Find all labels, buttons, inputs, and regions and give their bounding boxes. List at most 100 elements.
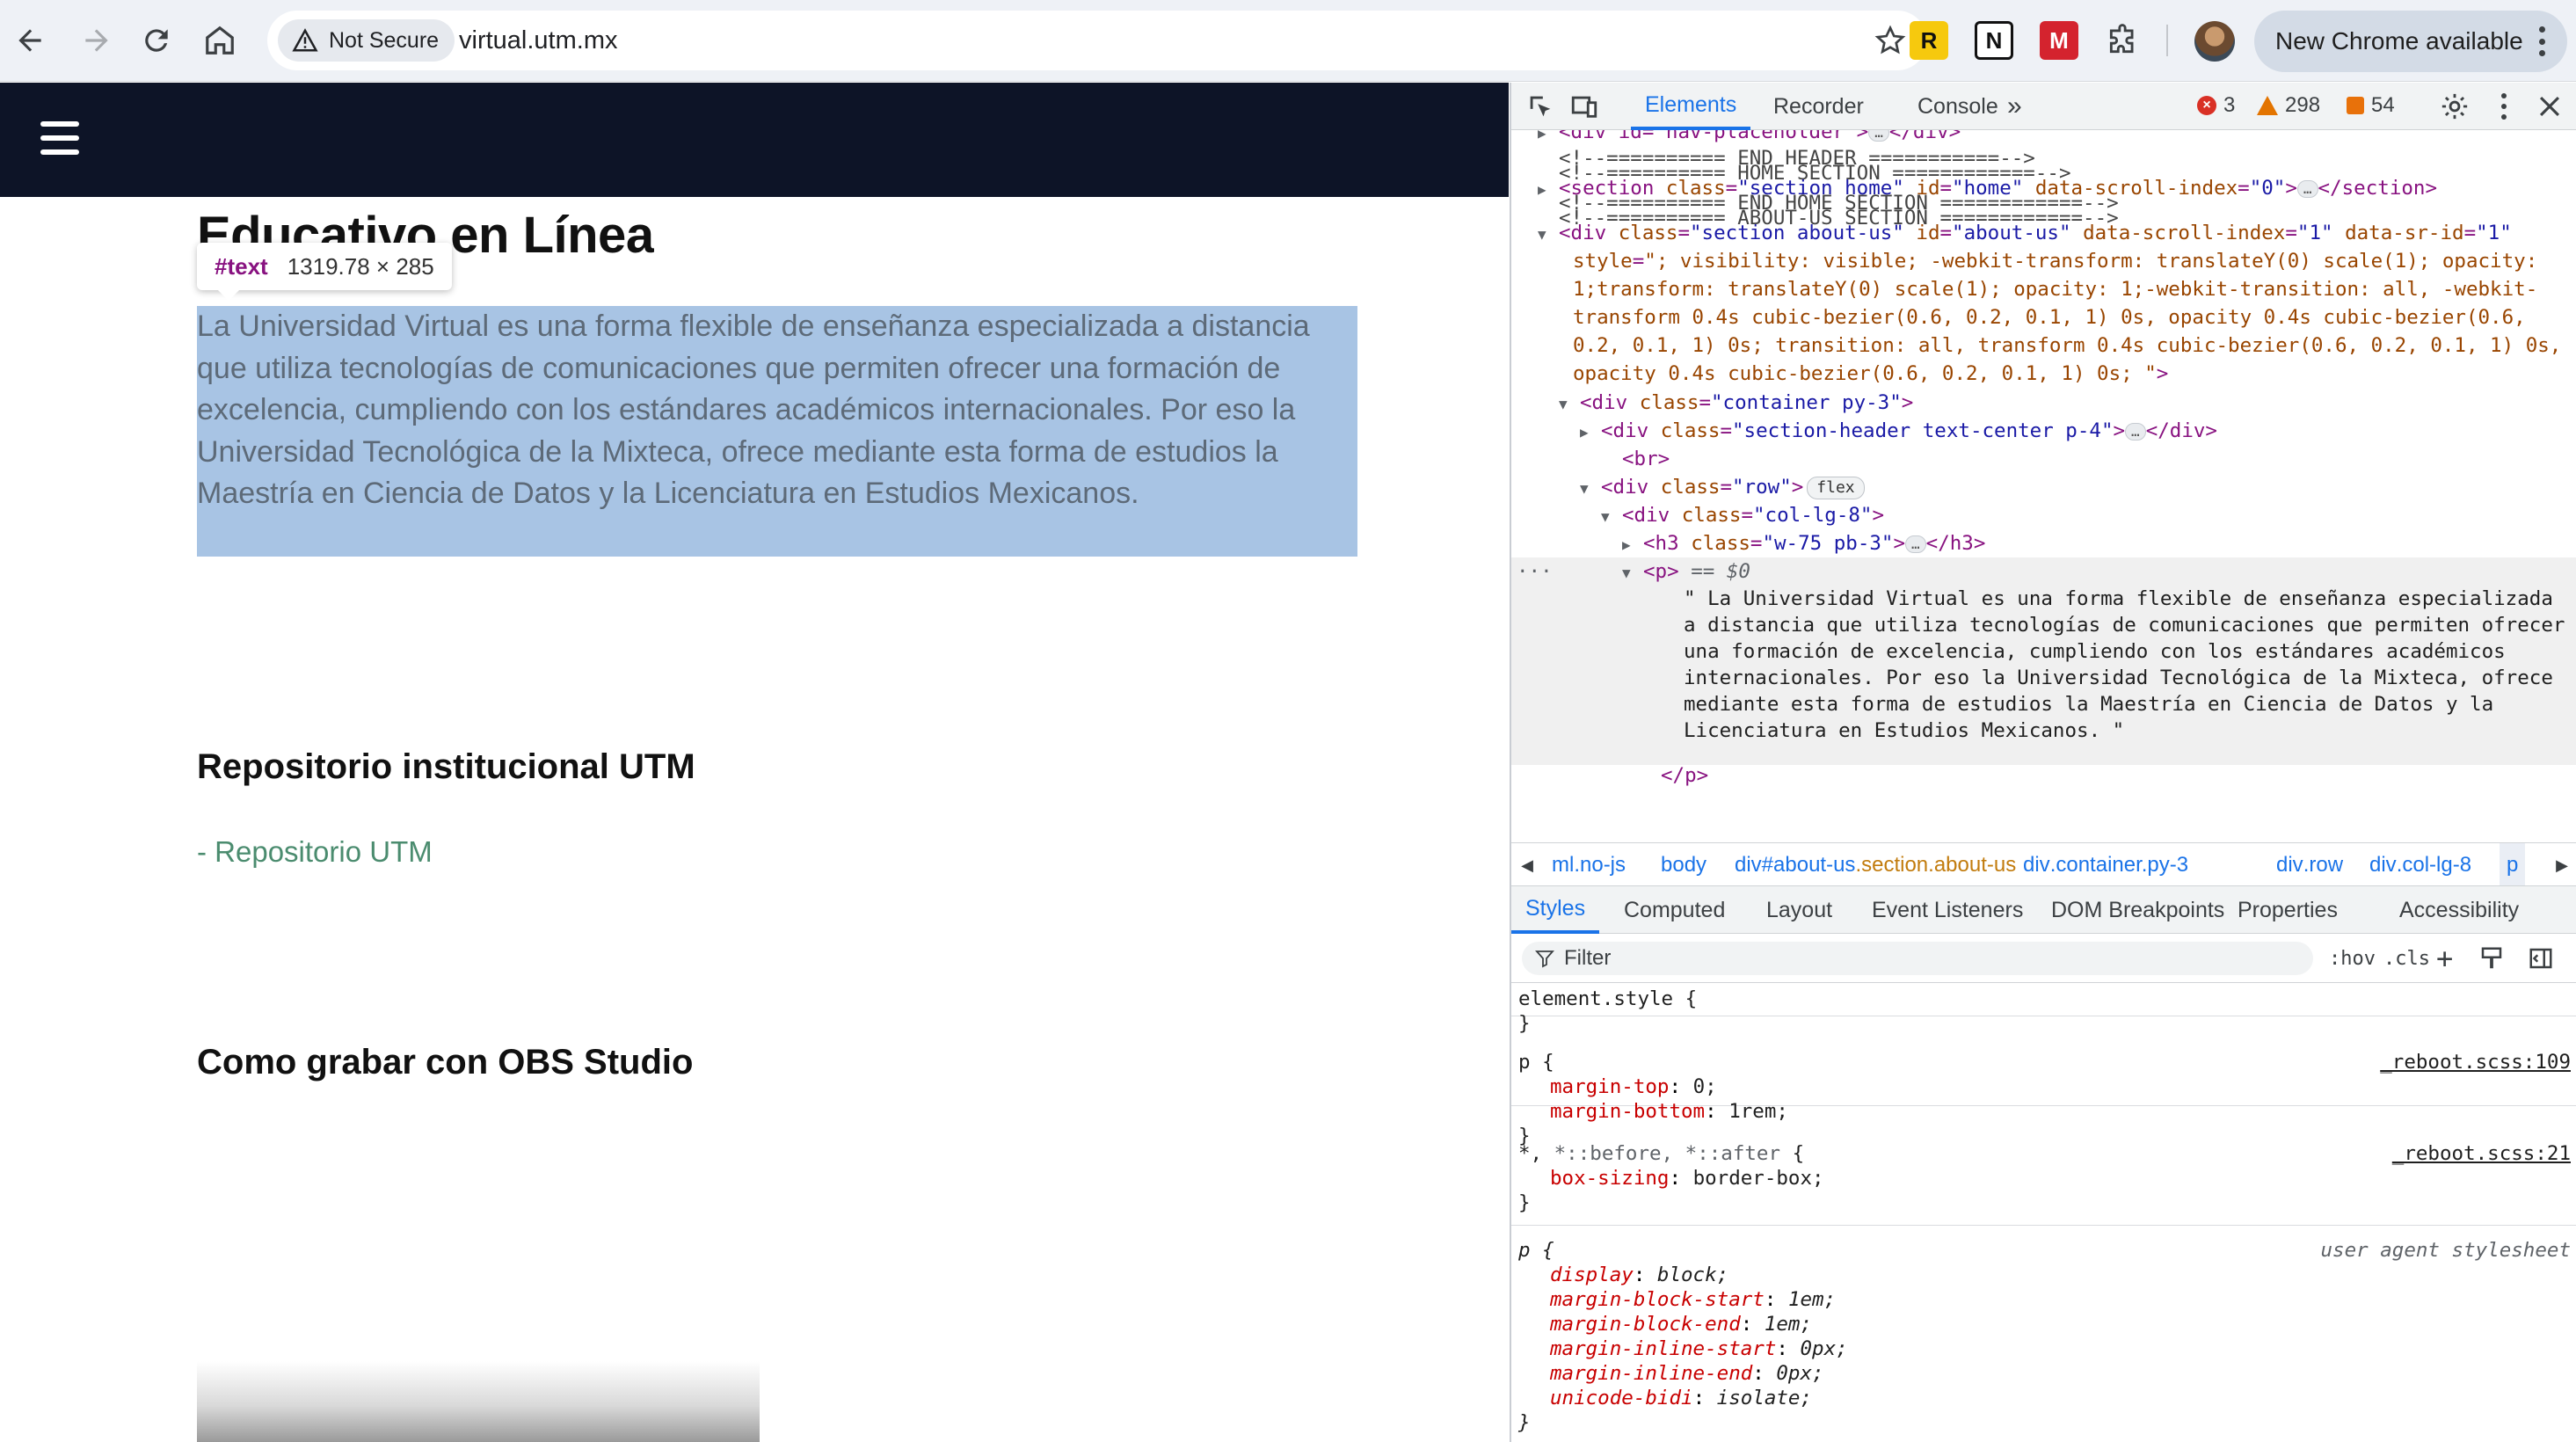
flex-badge[interactable]: flex <box>1807 476 1865 499</box>
rule-p-reboot[interactable]: p { _reboot.scss:109 margin-top: 0; marg… <box>1511 1046 2576 1147</box>
puzzle-extensions-icon[interactable] <box>2103 21 2142 60</box>
devtools-menu-icon[interactable] <box>2501 93 2507 120</box>
tab-elements[interactable]: Elements <box>1631 83 1751 130</box>
breadcrumb-item-selected[interactable]: p <box>2500 843 2526 885</box>
hover-state-toggle[interactable]: :hov <box>2329 942 2376 975</box>
dom-attr-value: "1" <box>2296 222 2333 244</box>
dom-node-about-us[interactable]: ▼ <div class="section about-us" id="about… <box>1511 219 2576 249</box>
dom-node-h3[interactable]: ▶ <h3 class="w-75 pb-3">… </h3> <box>1511 529 2576 559</box>
sidebar-toggle-icon[interactable] <box>2528 942 2554 975</box>
row-options-icon[interactable]: ··· <box>1517 557 1553 586</box>
security-label: Not Secure <box>329 27 440 53</box>
rule-element-style[interactable]: element.style { } <box>1511 983 2576 1035</box>
security-chip[interactable]: Not Secure <box>278 19 455 62</box>
reload-button[interactable] <box>128 12 185 69</box>
error-counter[interactable]: × 3 <box>2197 93 2235 118</box>
rule-user-agent[interactable]: p { user agent stylesheet display: block… <box>1511 1234 2576 1442</box>
web-page: Educativo en Línea La Universidad Virtua… <box>0 83 1509 1442</box>
dom-node-row[interactable]: ▼ <div class="row"> flex <box>1511 473 2576 503</box>
dom-node-section-header[interactable]: ▶ <div class="section-header text-center … <box>1511 417 2576 447</box>
dom-attr-value: "about-us" <box>1952 222 2071 244</box>
rule-selector: element.style { <box>1518 987 1698 1010</box>
forward-button[interactable] <box>69 12 125 69</box>
rule-source-link[interactable]: _reboot.scss:21 <box>2392 1141 2571 1166</box>
tab-styles[interactable]: Styles <box>1511 886 1600 934</box>
repository-link[interactable]: - Repositorio UTM <box>197 835 433 869</box>
breadcrumb-item[interactable]: div#about-us .section.about-us <box>1735 843 2016 885</box>
breadcrumb-item[interactable]: body <box>1661 843 1706 885</box>
update-label: New Chrome available <box>2275 27 2523 55</box>
css-property[interactable]: display: block; <box>1518 1263 2571 1287</box>
dom-tag: <p> <box>1643 560 1679 583</box>
breadcrumb-scroll-right-icon[interactable]: ▶ <box>2546 843 2576 885</box>
breadcrumb-item[interactable]: ml.no-js <box>1552 843 1626 885</box>
forward-arrow-icon <box>85 29 108 52</box>
dom-style-attr[interactable]: style="; visibility: visible; -webkit-tr… <box>1511 247 2576 388</box>
video-thumbnail[interactable] <box>197 1361 760 1442</box>
notion-extension-icon[interactable]: N <box>1975 21 2013 60</box>
warning-icon <box>2257 96 2278 115</box>
styles-filter-input[interactable]: Filter <box>1522 942 2313 975</box>
close-devtools-icon[interactable] <box>2535 91 2565 121</box>
kebab-menu-icon[interactable] <box>2539 26 2546 56</box>
inspect-tooltip: #text 1319.78 × 285 <box>197 243 452 301</box>
toolbar-separator <box>2166 25 2168 56</box>
more-tabs-icon[interactable]: » <box>2007 83 2022 130</box>
class-toggle[interactable]: .cls <box>2383 942 2430 975</box>
dom-node-br[interactable]: <br> <box>1511 445 2576 473</box>
address-bar[interactable]: Not Secure virtual.utm.mx <box>267 11 1927 70</box>
rule-source-link[interactable]: _reboot.scss:109 <box>2380 1050 2571 1074</box>
home-button[interactable] <box>192 12 248 69</box>
tab-event-listeners[interactable]: Event Listeners <box>1872 886 2023 934</box>
dom-node-container[interactable]: ▼ <div class="container py-3"> <box>1511 389 2576 419</box>
tab-layout[interactable]: Layout <box>1766 886 1832 934</box>
new-rule-plus-icon[interactable]: + <box>2436 942 2453 975</box>
rule-universal-reboot[interactable]: *, *::before, *::after { _reboot.scss:21… <box>1511 1138 2576 1226</box>
profile-avatar[interactable] <box>2194 21 2235 62</box>
css-property[interactable]: margin-bottom: 1rem; <box>1518 1099 2571 1124</box>
hamburger-menu-icon[interactable] <box>40 121 79 155</box>
warning-counter[interactable]: 298 <box>2257 93 2320 118</box>
dom-node-col[interactable]: ▼ <div class="col-lg-8"> <box>1511 501 2576 531</box>
tab-console[interactable]: Console <box>1917 83 1998 130</box>
dom-breadcrumbs: ◀ ml.no-js body div#about-us .section.abo… <box>1511 842 2576 886</box>
settings-gear-icon[interactable] <box>2440 91 2470 121</box>
breadcrumb-item[interactable]: div .row <box>2276 843 2343 885</box>
css-property[interactable]: unicode-bidi: isolate; <box>1518 1386 2571 1410</box>
readwise-extension-icon[interactable]: R <box>1910 21 1948 60</box>
css-property[interactable]: margin-top: 0; <box>1518 1074 2571 1099</box>
tab-accessibility[interactable]: Accessibility <box>2399 886 2519 934</box>
paint-brush-icon[interactable] <box>2478 942 2505 975</box>
tab-computed[interactable]: Computed <box>1624 886 1725 934</box>
dom-node-p-close[interactable]: </p> <box>1511 761 2576 790</box>
css-property[interactable]: box-sizing: border-box; <box>1518 1166 2571 1191</box>
devtools-tabbar: Elements Recorder Console » × 3 298 54 <box>1511 83 2576 130</box>
tab-properties[interactable]: Properties <box>2238 886 2338 934</box>
device-toolbar-icon[interactable] <box>1569 91 1599 121</box>
breadcrumb-item[interactable]: div .container.py-3 <box>2023 843 2188 885</box>
dom-selected-marker: == $0 <box>1691 560 1750 583</box>
tab-recorder[interactable]: Recorder <box>1773 83 1864 130</box>
back-button[interactable] <box>2 12 58 69</box>
tooltip-node-type: #text <box>215 252 268 280</box>
mendeley-extension-icon[interactable]: M <box>2040 21 2078 60</box>
dom-node-p-selected[interactable]: ··· ▼ <p> == $0 " La Universidad Virtual … <box>1511 557 2576 765</box>
inspect-element-icon[interactable] <box>1525 91 1555 121</box>
styles-pane: element.style { } p { _reboot.scss:109 m… <box>1511 983 2576 1442</box>
home-icon <box>206 25 234 55</box>
url-text[interactable]: virtual.utm.mx <box>459 11 617 70</box>
css-property[interactable]: margin-inline-end: 0px; <box>1518 1361 2571 1386</box>
rule-close: } <box>1518 1411 1531 1434</box>
tab-dom-breakpoints[interactable]: DOM Breakpoints <box>2051 886 2224 934</box>
dom-attr-value: "; visibility: visible; -webkit-transfor… <box>1573 250 2562 385</box>
bookmark-star-icon[interactable] <box>1874 25 1906 56</box>
css-property[interactable]: margin-block-start: 1em; <box>1518 1287 2571 1312</box>
dom-attr-value: "section-header text-center p-4" <box>1732 419 2114 442</box>
css-property[interactable]: margin-block-end: 1em; <box>1518 1312 2571 1336</box>
issues-counter[interactable]: 54 <box>2347 93 2395 118</box>
breadcrumb-item[interactable]: div .col-lg-8 <box>2369 843 2471 885</box>
breadcrumb-scroll-left-icon[interactable]: ◀ <box>1511 843 1543 885</box>
css-property[interactable]: margin-inline-start: 0px; <box>1518 1336 2571 1361</box>
chrome-update-button[interactable]: New Chrome available <box>2254 11 2567 72</box>
dom-text-node[interactable]: " La Universidad Virtual es una forma fl… <box>1684 586 2572 744</box>
